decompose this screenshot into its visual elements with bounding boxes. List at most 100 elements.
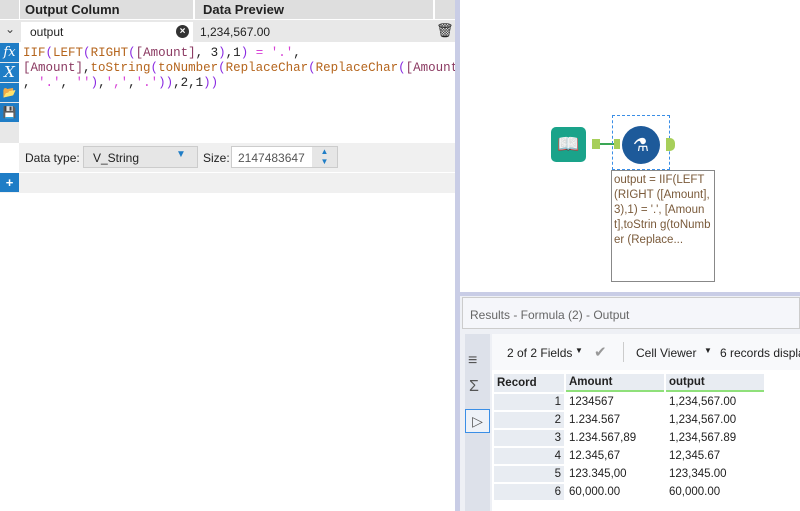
formula-token: ( — [128, 46, 136, 60]
formula-token: 1 — [233, 46, 241, 60]
variables-x-icon[interactable]: X — [0, 63, 19, 82]
header-spacer — [435, 0, 455, 19]
column-header-output[interactable]: output — [666, 374, 764, 392]
formula-token: ) — [218, 46, 226, 60]
size-input[interactable]: 2147483647 ▲ ▼ — [231, 146, 338, 168]
summary-sigma-icon[interactable]: Σ — [469, 378, 479, 396]
amount-cell[interactable]: 1234567 — [566, 394, 664, 410]
formula-line: , '.', ''),',','.')),2,1)) — [23, 76, 453, 91]
formula-token: '.' — [270, 46, 294, 60]
datatype-select[interactable]: V_String ▼ — [83, 146, 198, 168]
fields-selector[interactable]: 2 of 2 Fields — [507, 346, 572, 360]
data-preview-value: 1,234,567.00 — [200, 25, 271, 39]
workflow-canvas[interactable]: 📖 ⚗ output = IIF(LEFT (RIGHT ([Amount], … — [460, 0, 800, 292]
delete-trash-icon[interactable]: 🗑 — [436, 22, 454, 40]
collapse-chevron-icon[interactable]: ⌄ — [2, 22, 18, 40]
open-folder-icon[interactable]: 📂 — [0, 83, 19, 102]
amount-cell[interactable]: 1.234.567 — [566, 412, 664, 428]
formula-line: IIF(LEFT(RIGHT([Amount], 3),1) = '.', — [23, 46, 453, 61]
formula-token: ( — [83, 46, 91, 60]
record-cell[interactable]: 6 — [494, 484, 564, 500]
formula-token: ',' — [105, 76, 129, 90]
toolbar-separator — [623, 342, 624, 362]
output-anchor[interactable] — [592, 139, 600, 149]
table-row[interactable]: 5 123.345,00 123,345.00 — [494, 466, 764, 482]
formula-token: ( — [45, 46, 54, 60]
column-header-amount[interactable]: Amount — [566, 374, 664, 392]
cell-viewer-selector[interactable]: Cell Viewer — [636, 346, 696, 360]
dropdown-arrow-icon[interactable]: ▼ — [575, 346, 583, 355]
formula-flask-icon[interactable]: ⚗ — [622, 126, 660, 164]
results-panel: Results - Formula (2) - Output ≡ Σ ▷ 2 o… — [460, 296, 800, 511]
output-cell[interactable]: 1,234,567.89 — [666, 430, 764, 446]
input-anchor[interactable] — [614, 139, 620, 149]
formula-token: ( — [218, 61, 226, 75]
record-cell[interactable]: 4 — [494, 448, 564, 464]
functions-fx-icon[interactable]: fx — [0, 43, 19, 62]
formula-token: LEFT — [53, 46, 84, 60]
dropdown-arrow-icon: ▼ — [176, 149, 186, 160]
formula-token: , — [293, 46, 301, 60]
table-row[interactable]: 4 12.345,67 12,345.67 — [494, 448, 764, 464]
formula-token: )) — [158, 76, 174, 90]
formula-token: 3 — [210, 46, 219, 60]
results-table: Record Amount output 1 1234567 1,234,567.0… — [492, 372, 766, 502]
size-stepper[interactable]: ▲ ▼ — [312, 147, 337, 167]
input-book-tool-icon[interactable]: 📖 — [551, 127, 586, 162]
clear-icon[interactable]: × — [176, 25, 189, 38]
formula-token: , — [128, 76, 136, 90]
amount-cell[interactable]: 60,000.00 — [566, 484, 664, 500]
add-row — [0, 173, 455, 193]
output-cell[interactable]: 60,000.00 — [666, 484, 764, 500]
output-cell[interactable]: 12,345.67 — [666, 448, 764, 464]
formula-token: , — [195, 46, 211, 60]
amount-cell[interactable]: 1.234.567,89 — [566, 430, 664, 446]
data-preview-header: Data Preview — [195, 0, 433, 19]
output-field-input[interactable]: output × — [21, 22, 193, 42]
formula-token: ,2,1 — [173, 76, 204, 90]
apply-check-icon[interactable]: ✔ — [594, 343, 607, 361]
formula-token: '.' — [135, 76, 159, 90]
formula-token: '.' — [38, 76, 61, 90]
save-disk-icon[interactable]: 💾 — [0, 103, 19, 122]
formula-config-panel: Output Column Data Preview ⌄ output × 1,… — [0, 0, 466, 511]
record-cell[interactable]: 3 — [494, 430, 564, 446]
output-field-value: output — [30, 25, 64, 39]
output-cell[interactable]: 1,234,567.00 — [666, 412, 764, 428]
formula-token: RIGHT — [90, 46, 129, 60]
formula-token: ReplaceChar — [315, 61, 399, 75]
record-cell[interactable]: 1 — [494, 394, 564, 410]
table-row[interactable]: 3 1.234.567,89 1,234,567.89 — [494, 430, 764, 446]
table-row[interactable]: 6 60,000.00 60,000.00 — [494, 484, 764, 500]
formula-output-anchor[interactable] — [666, 138, 675, 151]
output-column-header: Output Column — [20, 0, 193, 19]
formula-editor[interactable]: IIF(LEFT(RIGHT([Amount], 3),1) = '.', [Am… — [23, 46, 466, 91]
header-spacer — [0, 0, 19, 19]
formula-line: [Amount],toString(toNumber(ReplaceChar(R… — [23, 61, 466, 76]
formula-token: ( — [150, 61, 159, 75]
dropdown-arrow-icon[interactable]: ▼ — [704, 346, 712, 355]
table-row[interactable]: 2 1.234.567 1,234,567.00 — [494, 412, 764, 428]
formula-token: [Amount] — [135, 46, 196, 60]
size-label: Size: — [203, 151, 230, 165]
amount-cell[interactable]: 123.345,00 — [566, 466, 664, 482]
add-expression-plus-icon[interactable]: + — [0, 173, 19, 192]
results-toolbar: 2 of 2 Fields ▼ ✔ Cell Viewer ▼ 6 record… — [492, 334, 800, 370]
formula-token: , — [60, 76, 76, 90]
output-cell[interactable]: 123,345.00 — [666, 466, 764, 482]
formula-token: [Amount] — [23, 61, 84, 75]
record-cell[interactable]: 5 — [494, 466, 564, 482]
formula-token: , — [98, 76, 106, 90]
size-value: 2147483647 — [238, 151, 305, 165]
output-cell[interactable]: 1,234,567.00 — [666, 394, 764, 410]
amount-cell[interactable]: 12.345,67 — [566, 448, 664, 464]
metadata-list-icon[interactable]: ≡ — [468, 352, 477, 370]
results-title: Results - Formula (2) - Output — [462, 297, 800, 329]
data-tag-icon[interactable]: ▷ — [465, 409, 490, 433]
table-row[interactable]: 1 1234567 1,234,567.00 — [494, 394, 764, 410]
records-count: 6 records displa — [720, 346, 800, 360]
column-header-record[interactable]: Record — [494, 374, 564, 392]
results-sidebar: ≡ Σ ▷ — [465, 334, 490, 511]
record-cell[interactable]: 2 — [494, 412, 564, 428]
formula-token: ( — [308, 61, 316, 75]
